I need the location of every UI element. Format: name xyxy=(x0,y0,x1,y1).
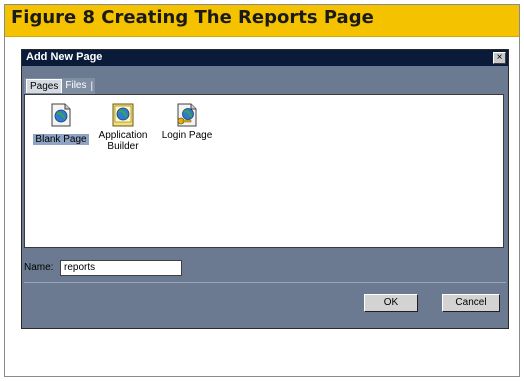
template-label: Application Builder xyxy=(98,130,148,152)
blank-page-icon xyxy=(49,103,73,127)
login-page-icon xyxy=(175,103,199,127)
tab-files[interactable]: Files xyxy=(62,79,89,93)
tab-separator: | xyxy=(90,80,94,92)
dialog-titlebar: Add New Page × xyxy=(22,50,508,66)
page-templates-panel: Blank Page Application Builder Login Pag… xyxy=(24,94,504,248)
template-label: Blank Page xyxy=(33,134,89,145)
separator xyxy=(24,282,506,283)
name-input[interactable]: reports xyxy=(60,260,182,276)
add-new-page-dialog: Add New Page × Pages Files | Blank Page xyxy=(21,49,509,329)
tab-pages[interactable]: Pages xyxy=(26,79,63,93)
name-label: Name: xyxy=(24,262,54,273)
tab-strip: Pages Files | xyxy=(24,78,96,94)
template-application-builder[interactable]: Application Builder xyxy=(93,103,153,152)
cancel-button[interactable]: Cancel xyxy=(442,294,500,312)
close-button[interactable]: × xyxy=(493,52,506,64)
template-label: Login Page xyxy=(161,130,213,141)
figure-caption-bar: Figure 8 Creating The Reports Page xyxy=(5,5,519,37)
dialog-title: Add New Page xyxy=(26,51,103,63)
ok-button[interactable]: OK xyxy=(364,294,418,312)
figure-caption: Figure 8 Creating The Reports Page xyxy=(11,7,374,28)
template-blank-page[interactable]: Blank Page xyxy=(31,103,91,146)
figure-frame: Figure 8 Creating The Reports Page Add N… xyxy=(4,4,520,377)
application-builder-icon xyxy=(111,103,135,127)
template-login-page[interactable]: Login Page xyxy=(157,103,217,141)
